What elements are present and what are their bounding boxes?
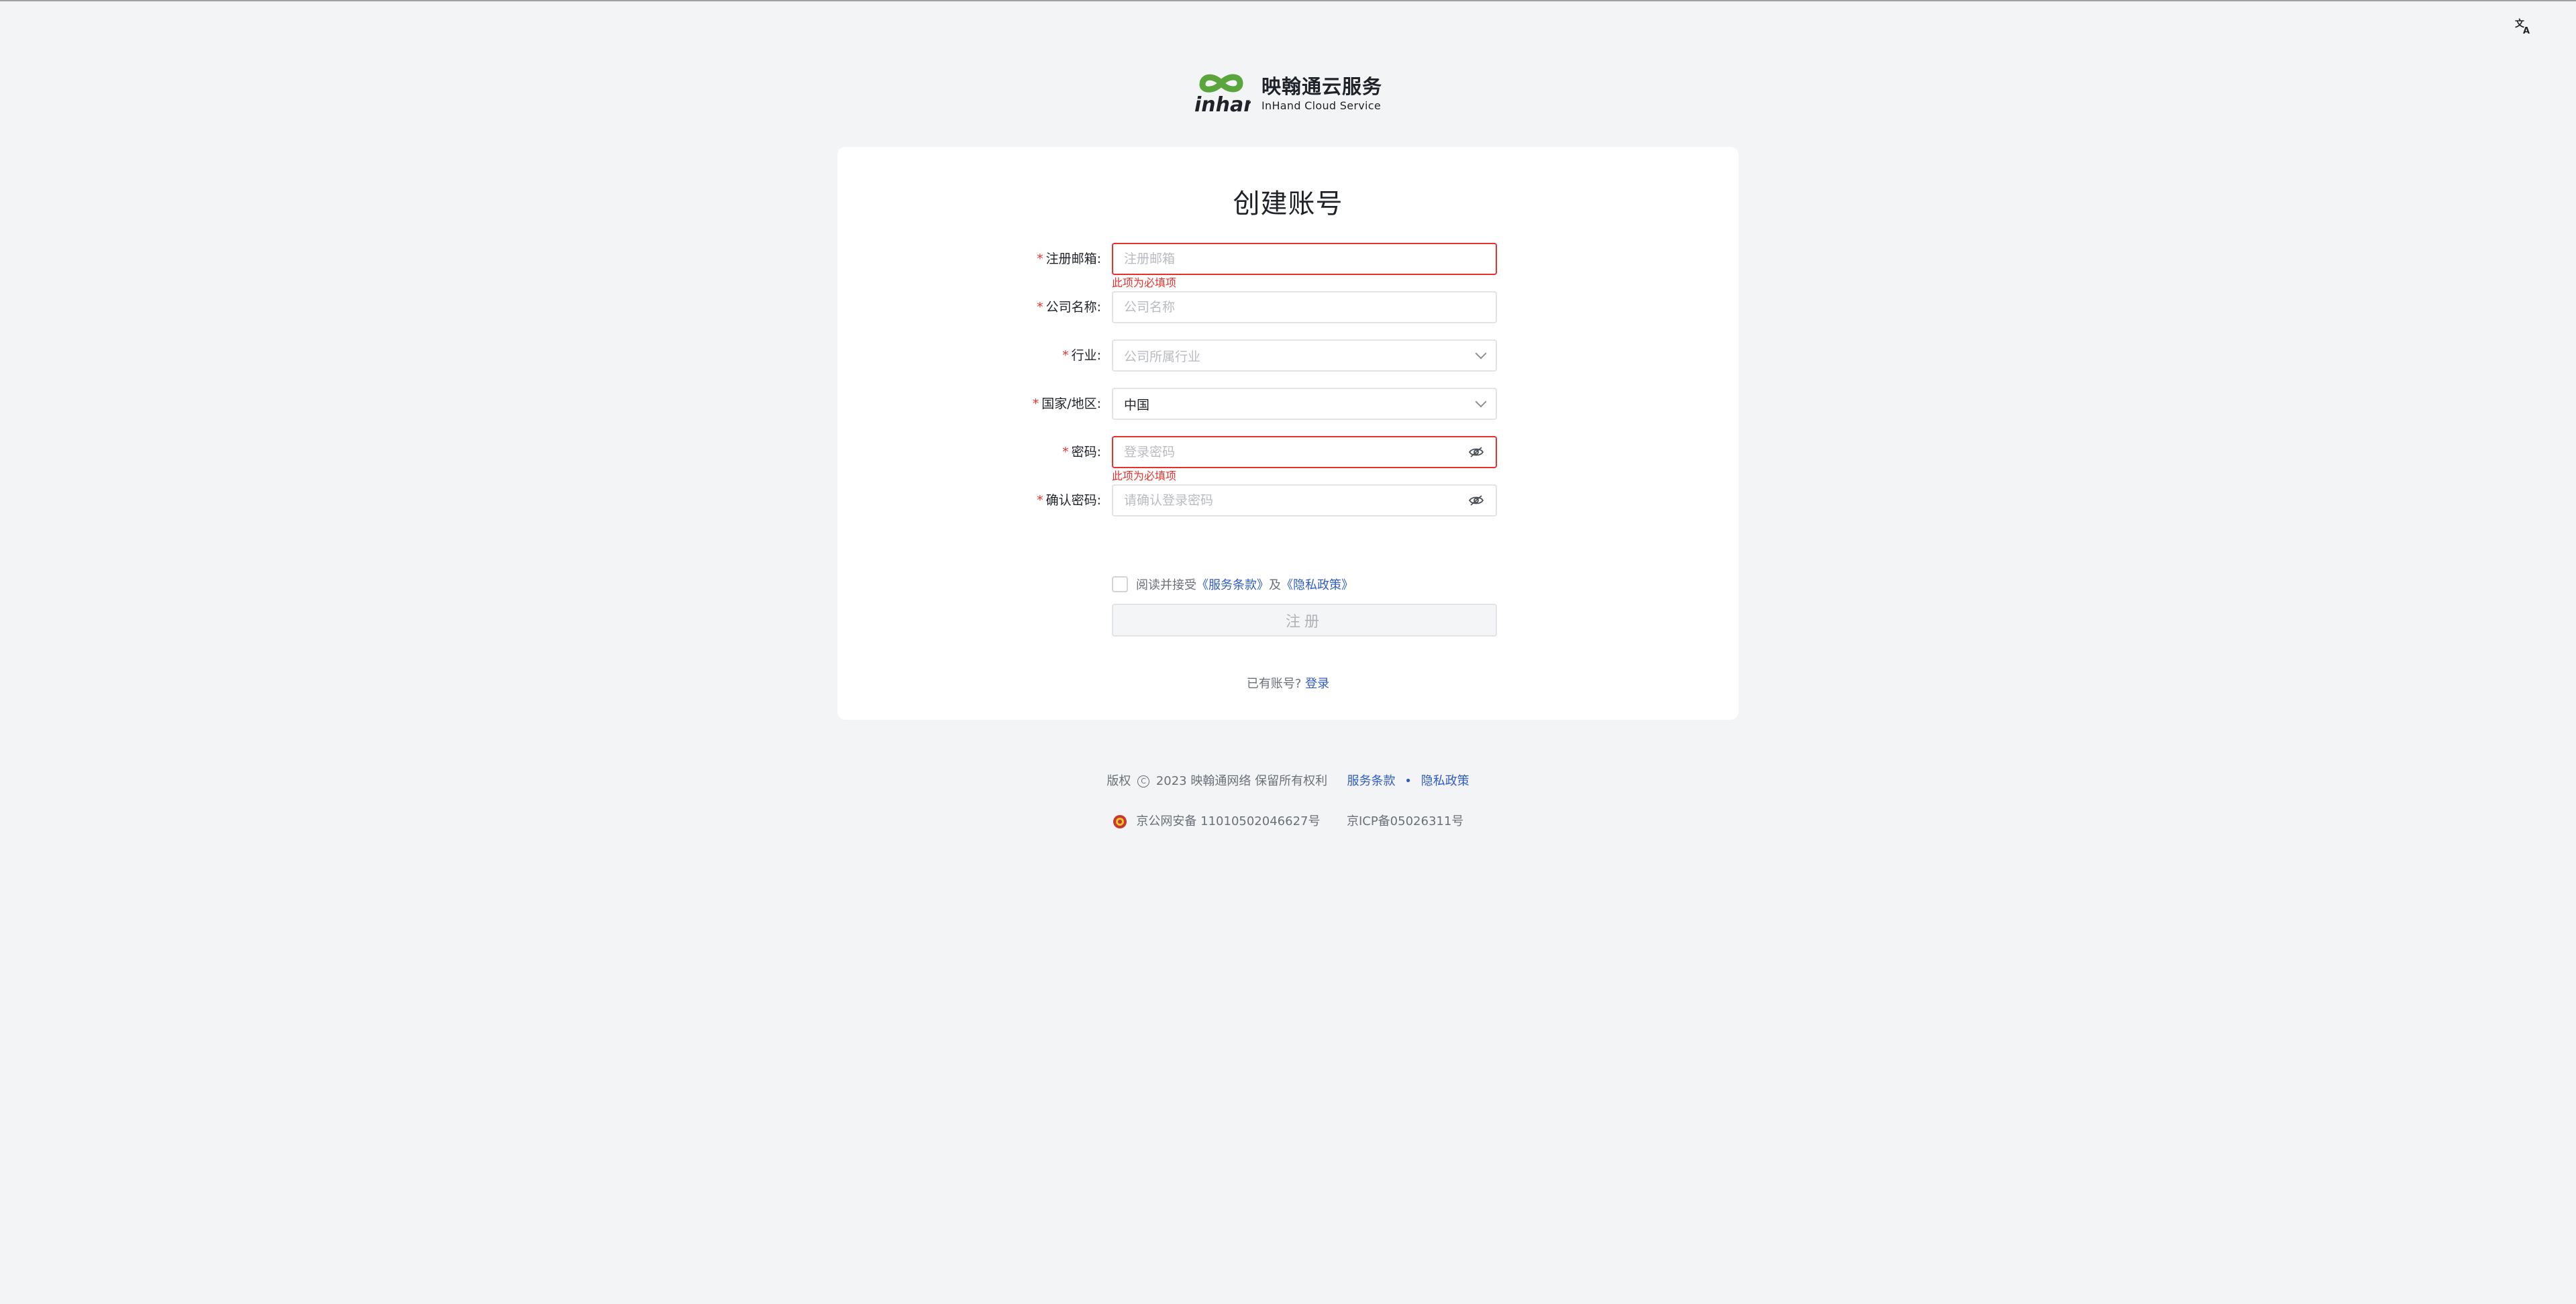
industry-placeholder: 公司所属行业 (1124, 349, 1201, 364)
email-input[interactable] (1124, 252, 1485, 266)
page-title: 创建账号 (1233, 188, 1343, 219)
footer-records: 京公网安备 11010502046627号 京ICP备05026311号 (0, 812, 2576, 831)
eye-off-icon[interactable] (1467, 445, 1485, 459)
country-label: * 国家/地区: (1032, 396, 1101, 411)
password-row: * 密码: 此项为必填项 (837, 436, 1739, 482)
svg-text:A: A (2523, 26, 2530, 35)
top-border (0, 0, 2576, 1)
company-field-wrapper (1112, 291, 1497, 323)
inhand-logo-mark: inhand (1194, 70, 1273, 118)
email-label: * 注册邮箱: (1037, 252, 1101, 266)
password-field-wrapper (1112, 436, 1497, 468)
confirm-password-input[interactable] (1124, 493, 1467, 508)
country-value: 中国 (1124, 397, 1150, 413)
password-error: 此项为必填项 (1112, 470, 1177, 482)
confirm-password-field-wrapper (1112, 484, 1497, 517)
footer-copyright: 版权 C 2023 映翰通网络 保留所有权利 服务条款 • 隐私政策 (0, 772, 2576, 791)
industry-row: * 行业: 公司所属行业 (837, 339, 1739, 372)
industry-label: * 行业: (1062, 348, 1101, 363)
agree-checkbox[interactable] (1112, 576, 1128, 592)
confirm-password-row: * 确认密码: (837, 484, 1739, 517)
company-label: * 公司名称: (1037, 300, 1101, 315)
language-switch-button[interactable]: 文 A (2510, 15, 2537, 38)
footer-terms-link[interactable]: 服务条款 (1347, 774, 1396, 788)
register-card: 创建账号 *注册邮箱: 此项为必填项 *公司名称: *行业: 公司所属行业 *国… (837, 147, 1739, 720)
copyright-prefix: 版权 (1106, 774, 1131, 788)
footer-dot: • (1404, 774, 1412, 788)
password-label: * 密码: (1062, 445, 1101, 459)
confirm-password-label: * 确认密码: (1037, 493, 1101, 508)
copyright-icon: C (1137, 775, 1150, 787)
svg-text:inhand: inhand (1194, 93, 1251, 117)
country-row: * 国家/地区: 中国 (837, 388, 1739, 420)
agreement-row: 阅读并接受 《服务条款》 及 《隐私政策》 (1112, 575, 1353, 594)
has-account-row: 已有账号? 登录 (837, 674, 1739, 692)
translate-icon: 文 A (2515, 18, 2530, 35)
eye-off-icon[interactable] (1467, 494, 1485, 507)
password-input[interactable] (1124, 445, 1467, 459)
logo-name-cn: 映翰通云服务 (1261, 75, 1383, 98)
company-input[interactable] (1124, 300, 1485, 315)
register-button[interactable]: 注册 (1112, 604, 1497, 637)
country-select[interactable]: 中国 (1112, 388, 1497, 420)
email-field-wrapper (1112, 243, 1497, 275)
police-record-link[interactable]: 京公网安备 11010502046627号 (1136, 814, 1320, 828)
brand-logo: inhand 映翰通云服务 InHand Cloud Service (1194, 70, 1382, 118)
footer-privacy-link[interactable]: 隐私政策 (1421, 774, 1470, 788)
police-badge-icon (1113, 815, 1127, 828)
copyright-text: 2023 映翰通网络 保留所有权利 (1155, 774, 1328, 788)
email-error: 此项为必填项 (1112, 276, 1177, 289)
logo-name-en: InHand Cloud Service (1261, 99, 1381, 112)
chevron-down-icon (1475, 396, 1487, 408)
company-row: * 公司名称: (837, 291, 1739, 323)
terms-link[interactable]: 《服务条款》 (1196, 576, 1269, 593)
privacy-link[interactable]: 《隐私政策》 (1281, 576, 1353, 593)
chevron-down-icon (1475, 347, 1487, 360)
email-row: *注册邮箱: 此项为必填项 (837, 243, 1739, 289)
has-account-text: 已有账号? (1246, 677, 1302, 691)
industry-select[interactable]: 公司所属行业 (1112, 339, 1497, 372)
login-link[interactable]: 登录 (1305, 677, 1329, 691)
icp-record-link[interactable]: 京ICP备05026311号 (1347, 814, 1463, 828)
agree-prefix: 阅读并接受 (1136, 578, 1196, 592)
agree-and: 及 (1269, 578, 1281, 592)
